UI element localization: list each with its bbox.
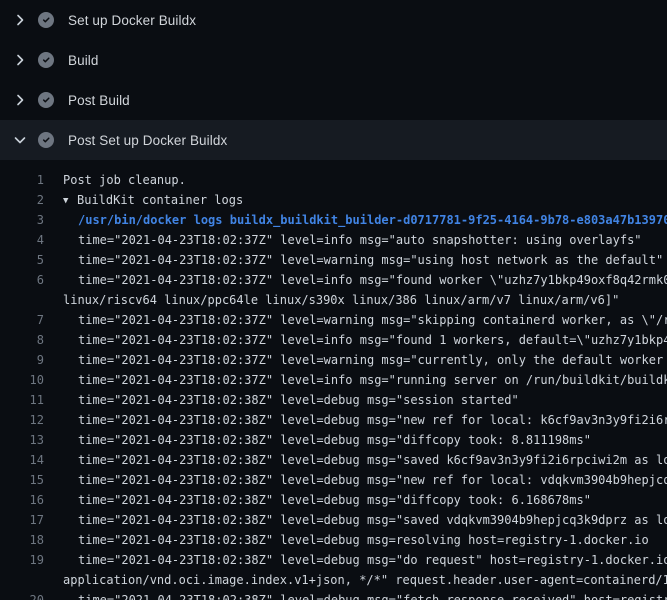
line-number[interactable]: 17 (0, 510, 44, 530)
line-number[interactable]: 12 (0, 410, 44, 430)
line-number[interactable]: 5 (0, 250, 44, 270)
log-line-text: time="2021-04-23T18:02:38Z" level=debug … (78, 470, 667, 490)
line-number[interactable]: 19 (0, 550, 44, 570)
line-number[interactable]: 7 (0, 310, 44, 330)
log-line-text: linux/riscv64 linux/ppc64le linux/s390x … (63, 290, 619, 310)
log-line: linux/riscv64 linux/ppc64le linux/s390x … (0, 290, 667, 310)
step-label: Build (68, 53, 99, 68)
line-number[interactable]: 11 (0, 390, 44, 410)
log-line: 4 time="2021-04-23T18:02:37Z" level=info… (0, 230, 667, 250)
log-line: 12 time="2021-04-23T18:02:38Z" level=deb… (0, 410, 667, 430)
line-number[interactable]: 1 (0, 170, 44, 190)
log-line-text: time="2021-04-23T18:02:37Z" level=warnin… (78, 310, 667, 330)
log-line-text[interactable]: ▼BuildKit container logs (63, 190, 243, 210)
line-number[interactable]: 3 (0, 210, 44, 230)
line-number[interactable]: 15 (0, 470, 44, 490)
step-label: Post Build (68, 93, 130, 108)
log-line-text: time="2021-04-23T18:02:37Z" level=info m… (78, 330, 667, 350)
log-line: 6 time="2021-04-23T18:02:37Z" level=info… (0, 270, 667, 290)
step-post-set-up-docker-buildx[interactable]: Post Set up Docker Buildx (0, 120, 667, 160)
log-line: 8 time="2021-04-23T18:02:37Z" level=info… (0, 330, 667, 350)
line-number[interactable]: 9 (0, 350, 44, 370)
chevron-right-icon (12, 12, 28, 28)
log-line: 10 time="2021-04-23T18:02:37Z" level=inf… (0, 370, 667, 390)
log-line: 16 time="2021-04-23T18:02:38Z" level=deb… (0, 490, 667, 510)
log-line-text: time="2021-04-23T18:02:37Z" level=warnin… (78, 250, 663, 270)
step-label: Post Set up Docker Buildx (68, 133, 227, 148)
group-collapse-triangle-icon[interactable]: ▼ (63, 191, 77, 210)
log-line: 9 time="2021-04-23T18:02:37Z" level=warn… (0, 350, 667, 370)
line-number (0, 570, 44, 590)
log-line-text: time="2021-04-23T18:02:38Z" level=debug … (78, 410, 667, 430)
log-line-text: Post job cleanup. (63, 170, 186, 190)
chevron-down-icon (12, 132, 28, 148)
chevron-right-icon (12, 92, 28, 108)
log-line: application/vnd.oci.image.index.v1+json,… (0, 570, 667, 590)
log-line-text: time="2021-04-23T18:02:38Z" level=debug … (78, 510, 667, 530)
log-content: 1 Post job cleanup. 2 ▼BuildKit containe… (0, 160, 667, 600)
line-number[interactable]: 2 (0, 190, 44, 210)
log-line: 17 time="2021-04-23T18:02:38Z" level=deb… (0, 510, 667, 530)
log-line: 7 time="2021-04-23T18:02:37Z" level=warn… (0, 310, 667, 330)
step-build[interactable]: Build (0, 40, 667, 80)
log-line-text: /usr/bin/docker logs buildx_buildkit_bui… (78, 210, 667, 230)
check-circle-icon (38, 132, 54, 148)
chevron-right-icon (12, 52, 28, 68)
log-line-text: application/vnd.oci.image.index.v1+json,… (63, 570, 667, 590)
check-circle-icon (38, 52, 54, 68)
line-number[interactable]: 16 (0, 490, 44, 510)
line-number[interactable]: 4 (0, 230, 44, 250)
line-number[interactable]: 18 (0, 530, 44, 550)
log-line: 15 time="2021-04-23T18:02:38Z" level=deb… (0, 470, 667, 490)
log-line: 14 time="2021-04-23T18:02:38Z" level=deb… (0, 450, 667, 470)
log-line-text: time="2021-04-23T18:02:38Z" level=debug … (78, 590, 667, 600)
log-line-text: time="2021-04-23T18:02:37Z" level=info m… (78, 270, 667, 290)
log-line-text: time="2021-04-23T18:02:38Z" level=debug … (78, 530, 649, 550)
line-number (0, 290, 44, 310)
step-post-build[interactable]: Post Build (0, 80, 667, 120)
line-number[interactable]: 13 (0, 430, 44, 450)
log-line-text: time="2021-04-23T18:02:38Z" level=debug … (78, 550, 667, 570)
log-line-text: time="2021-04-23T18:02:38Z" level=debug … (78, 490, 591, 510)
log-line-text: time="2021-04-23T18:02:37Z" level=warnin… (78, 350, 667, 370)
actions-log-viewer: Set up Docker Buildx Build Post Build (0, 0, 667, 600)
line-number[interactable]: 8 (0, 330, 44, 350)
log-line-text: time="2021-04-23T18:02:38Z" level=debug … (78, 390, 519, 410)
log-line-text: time="2021-04-23T18:02:38Z" level=debug … (78, 450, 667, 470)
log-line: 1 Post job cleanup. (0, 170, 667, 190)
line-number[interactable]: 10 (0, 370, 44, 390)
step-label: Set up Docker Buildx (68, 13, 196, 28)
log-line: 19 time="2021-04-23T18:02:38Z" level=deb… (0, 550, 667, 570)
log-line: 5 time="2021-04-23T18:02:37Z" level=warn… (0, 250, 667, 270)
log-line: 18 time="2021-04-23T18:02:38Z" level=deb… (0, 530, 667, 550)
check-circle-icon (38, 92, 54, 108)
line-number[interactable]: 6 (0, 270, 44, 290)
line-number[interactable]: 20 (0, 590, 44, 600)
log-line-text: time="2021-04-23T18:02:37Z" level=info m… (78, 230, 642, 250)
log-line-text: time="2021-04-23T18:02:38Z" level=debug … (78, 430, 591, 450)
log-line: 20 time="2021-04-23T18:02:38Z" level=deb… (0, 590, 667, 600)
check-circle-icon (38, 12, 54, 28)
log-line: 3 /usr/bin/docker logs buildx_buildkit_b… (0, 210, 667, 230)
step-set-up-docker-buildx[interactable]: Set up Docker Buildx (0, 0, 667, 40)
log-line: 2 ▼BuildKit container logs (0, 190, 667, 210)
log-line: 13 time="2021-04-23T18:02:38Z" level=deb… (0, 430, 667, 450)
line-number[interactable]: 14 (0, 450, 44, 470)
step-list: Set up Docker Buildx Build Post Build (0, 0, 667, 160)
log-line: 11 time="2021-04-23T18:02:38Z" level=deb… (0, 390, 667, 410)
log-line-text: time="2021-04-23T18:02:37Z" level=info m… (78, 370, 667, 390)
